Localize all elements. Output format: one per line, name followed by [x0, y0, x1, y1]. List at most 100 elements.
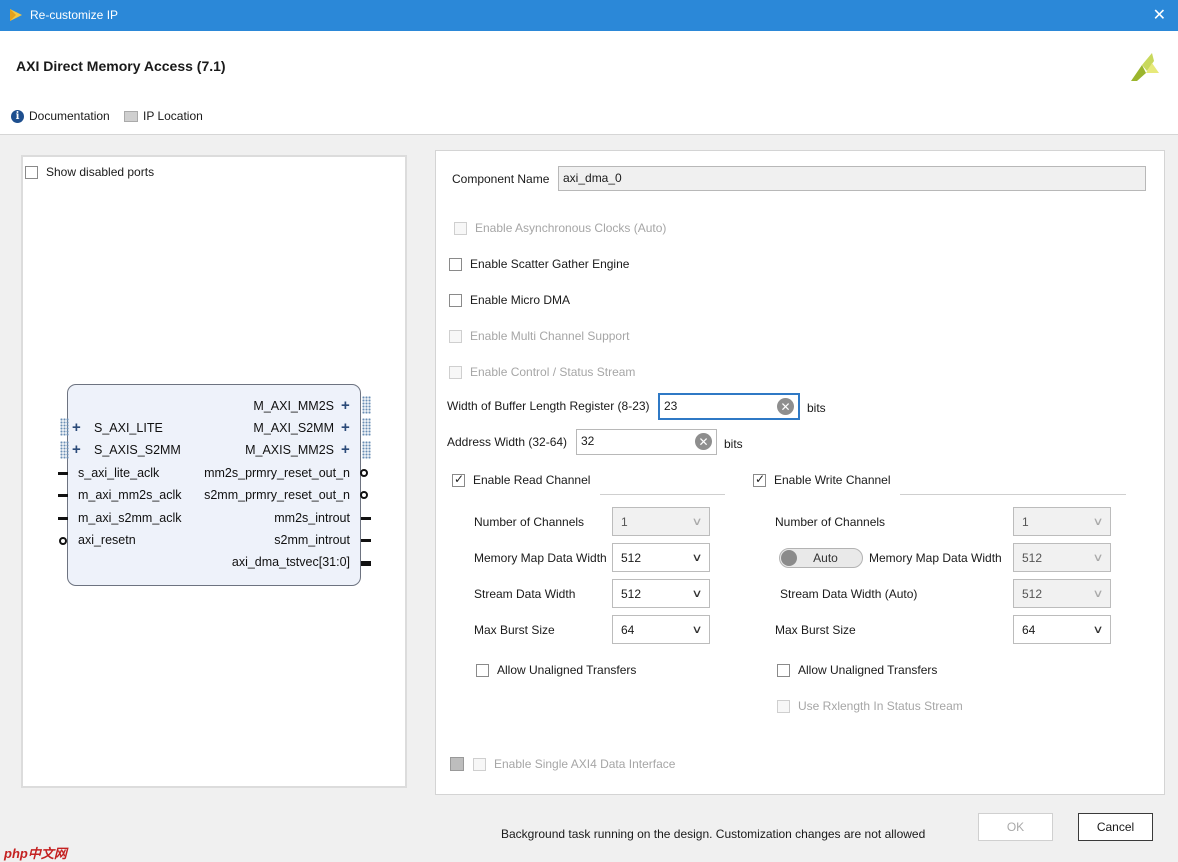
documentation-label: Documentation [29, 109, 110, 123]
bus-pin [361, 561, 371, 566]
xilinx-logo-icon [1131, 53, 1159, 81]
inverted-pin-icon [360, 469, 368, 477]
clear-icon[interactable]: ✕ [777, 398, 794, 415]
read-channel-title: Enable Read Channel [473, 473, 591, 487]
write-burst-label: Max Burst Size [775, 623, 856, 637]
buffer-length-label: Width of Buffer Length Register (8-23) [447, 399, 650, 413]
checkbox-box[interactable] [449, 293, 462, 307]
window-title: Re-customize IP [30, 8, 119, 22]
status-message: Background task running on the design. C… [501, 827, 926, 841]
folder-icon [124, 110, 138, 122]
enable-read-channel-checkbox[interactable]: Enable Read Channel [452, 472, 591, 487]
address-width-value: 32 [581, 434, 595, 448]
checkbox-box[interactable] [476, 663, 489, 677]
port-s2mm-introut: s2mm_introut [274, 533, 350, 547]
async-clocks-checkbox: Enable Asynchronous Clocks (Auto) [454, 221, 666, 235]
checkbox-box [473, 757, 486, 771]
cancel-button[interactable]: Cancel [1078, 813, 1153, 841]
select-value: 512 [621, 586, 642, 601]
port-mm2s-introut: mm2s_introut [274, 511, 350, 525]
expand-plus-icon[interactable]: + [72, 441, 81, 458]
expand-plus-icon[interactable]: + [341, 419, 350, 436]
address-width-input[interactable]: 32 ✕ [576, 429, 717, 455]
read-unaligned-checkbox[interactable]: Allow Unaligned Transfers [476, 663, 636, 677]
read-burst-label: Max Burst Size [474, 623, 555, 637]
chevron-down-icon: ∨ [691, 516, 703, 528]
inverted-pin-icon [360, 491, 368, 499]
scatter-gather-checkbox[interactable]: Enable Scatter Gather Engine [449, 257, 629, 271]
chevron-down-icon: ∨ [1092, 624, 1104, 636]
checkbox-box[interactable] [449, 257, 462, 271]
read-num-channels-select: 1 ∨ [612, 507, 710, 536]
port-pin [58, 517, 68, 520]
expand-plus-icon[interactable]: + [72, 419, 81, 436]
close-icon[interactable]: ✕ [1153, 5, 1166, 25]
checkbox-box[interactable] [753, 472, 766, 487]
write-mm-width-select: 512 ∨ [1013, 543, 1111, 572]
select-value: 512 [1022, 550, 1043, 565]
checkbox-box[interactable] [777, 663, 790, 677]
read-burst-select[interactable]: 64 ∨ [612, 615, 710, 644]
port-m-axi-s2mm: M_AXI_S2MM [253, 421, 334, 435]
read-mm-width-select[interactable]: 512 ∨ [612, 543, 710, 572]
port-pin [361, 517, 371, 520]
read-num-channels-label: Number of Channels [474, 515, 585, 529]
port-pin [361, 539, 371, 542]
rxlength-checkbox: Use Rxlength In Status Stream [777, 699, 963, 713]
select-value: 512 [621, 550, 642, 565]
write-burst-select[interactable]: 64 ∨ [1013, 615, 1111, 644]
checkbox-box[interactable] [25, 165, 38, 179]
ok-button[interactable]: OK [978, 813, 1053, 841]
write-unaligned-label: Allow Unaligned Transfers [798, 663, 938, 677]
component-name-field[interactable]: axi_dma_0 [558, 166, 1146, 191]
port-m-axi-mm2s-aclk: m_axi_mm2s_aclk [78, 488, 182, 502]
control-status-checkbox: Enable Control / Status Stream [449, 365, 635, 379]
rxlength-label: Use Rxlength In Status Stream [798, 699, 963, 713]
vivado-app-icon [10, 9, 22, 21]
async-clocks-label: Enable Asynchronous Clocks (Auto) [475, 221, 667, 235]
read-stream-width-select[interactable]: 512 ∨ [612, 579, 710, 608]
inverted-pin-icon [59, 537, 67, 545]
multi-channel-checkbox: Enable Multi Channel Support [449, 329, 629, 343]
auto-toggle-label: Auto [813, 551, 838, 565]
show-disabled-ports-checkbox[interactable]: Show disabled ports [25, 165, 154, 179]
chevron-down-icon: ∨ [691, 552, 703, 564]
clear-icon[interactable]: ✕ [695, 433, 712, 450]
port-m-axi-s2mm-aclk: m_axi_s2mm_aclk [78, 511, 182, 525]
chevron-down-icon: ∨ [1092, 588, 1104, 600]
port-s-axi-lite-aclk: s_axi_lite_aclk [78, 466, 160, 480]
chevron-down-icon: ∨ [1092, 516, 1104, 528]
select-value: 1 [1022, 514, 1029, 529]
group-separator [900, 494, 1126, 495]
documentation-link[interactable]: i Documentation [11, 109, 110, 123]
bus-connector-dots [60, 418, 69, 436]
write-stream-width-select: 512 ∨ [1013, 579, 1111, 608]
micro-dma-checkbox[interactable]: Enable Micro DMA [449, 293, 570, 307]
ip-location-link[interactable]: IP Location [124, 109, 203, 123]
show-disabled-ports-label: Show disabled ports [46, 165, 155, 179]
read-stream-width-label: Stream Data Width [474, 587, 576, 601]
expand-plus-icon[interactable]: + [341, 441, 350, 458]
checkbox-box [777, 699, 790, 713]
auto-toggle[interactable]: Auto [779, 548, 863, 568]
select-value: 64 [621, 622, 635, 637]
enable-write-channel-checkbox[interactable]: Enable Write Channel [753, 472, 891, 487]
write-unaligned-checkbox[interactable]: Allow Unaligned Transfers [777, 663, 937, 677]
port-m-axis-mm2s: M_AXIS_MM2S [245, 443, 334, 457]
write-channel-title: Enable Write Channel [774, 473, 891, 487]
read-unaligned-label: Allow Unaligned Transfers [497, 663, 637, 677]
buffer-length-input[interactable]: 23 ✕ [658, 393, 800, 420]
checkbox-box [449, 329, 462, 343]
ip-location-label: IP Location [143, 109, 203, 123]
single-axi4-checkbox: Enable Single AXI4 Data Interface [473, 757, 675, 771]
checkbox-box[interactable] [452, 472, 465, 487]
info-icon: i [11, 109, 24, 123]
group-separator [600, 494, 725, 495]
expand-plus-icon[interactable]: + [341, 397, 350, 414]
select-value: 1 [621, 514, 628, 529]
port-m-axi-mm2s: M_AXI_MM2S [253, 399, 334, 413]
bus-connector-dots [362, 418, 371, 436]
toggle-knob [781, 550, 797, 566]
watermark: php中文网 [4, 846, 67, 861]
port-s-axis-s2mm: S_AXIS_S2MM [94, 443, 181, 457]
